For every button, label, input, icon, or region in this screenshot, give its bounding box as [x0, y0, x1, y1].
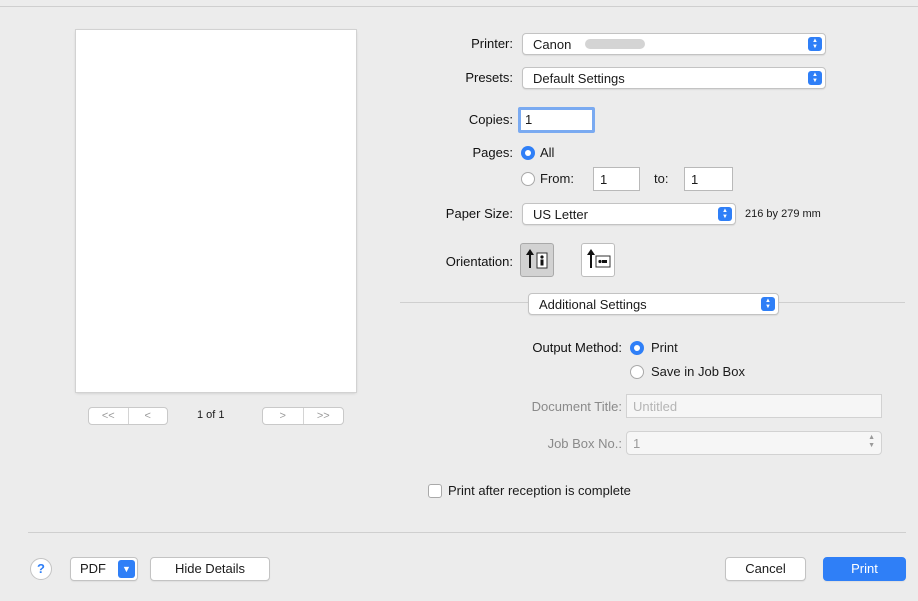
chevron-down-icon: ▼	[118, 560, 135, 578]
first-page-button[interactable]: <<	[89, 408, 128, 424]
cancel-button[interactable]: Cancel	[725, 557, 806, 581]
output-print-label: Print	[651, 340, 678, 355]
next-page-button[interactable]: >	[263, 408, 303, 424]
orientation-label: Orientation:	[445, 254, 513, 269]
document-title-field[interactable]: Untitled	[626, 394, 882, 418]
pages-from-label: From:	[540, 171, 574, 186]
hide-details-button[interactable]: Hide Details	[150, 557, 270, 581]
copies-label: Copies:	[468, 112, 513, 127]
last-page-button[interactable]: >>	[302, 408, 344, 424]
printer-value: Canon	[533, 37, 572, 52]
output-method-label: Output Method:	[532, 340, 622, 355]
popup-stepper-icon: ▲ ▼	[808, 71, 822, 85]
help-button[interactable]: ?	[30, 558, 52, 580]
document-title-placeholder: Untitled	[633, 399, 678, 414]
pages-from-radio[interactable]	[521, 172, 535, 186]
popup-stepper-icon: ▲ ▼	[761, 297, 775, 311]
pdf-label: PDF	[80, 561, 106, 576]
pages-to-label: to:	[654, 171, 669, 186]
print-after-checkbox[interactable]	[428, 484, 442, 498]
popup-stepper-icon: ▲ ▼	[718, 207, 732, 221]
pdf-menu-button[interactable]: PDF ▼	[70, 557, 138, 581]
pages-from-value: 1	[600, 172, 608, 187]
pages-label: Pages:	[472, 145, 513, 160]
window-top-border	[0, 6, 918, 7]
previous-page-button[interactable]: <	[127, 408, 168, 424]
pages-all-radio[interactable]	[521, 146, 535, 160]
presets-label: Presets:	[465, 70, 513, 85]
preview-nav-forward-group[interactable]: > >>	[262, 407, 344, 425]
pages-all-label: All	[540, 145, 555, 160]
printer-popup[interactable]: Canon ▲ ▼	[522, 33, 826, 55]
presets-value: Default Settings	[533, 71, 625, 86]
settings-section-value: Additional Settings	[539, 297, 647, 312]
print-button[interactable]: Print	[823, 557, 906, 581]
job-box-popup[interactable]: 1 ▲ ▼	[626, 431, 882, 455]
footer-divider	[28, 532, 906, 533]
copies-field[interactable]: 1	[518, 107, 595, 133]
portrait-orientation-icon	[526, 249, 548, 269]
page-indicator: 1 of 1	[197, 409, 225, 421]
printer-model-redacted	[585, 39, 645, 49]
pages-to-field[interactable]: 1	[684, 167, 733, 191]
page-preview	[76, 30, 356, 392]
document-title-label: Document Title:	[531, 399, 622, 414]
landscape-orientation-icon	[587, 249, 611, 268]
paper-size-label: Paper Size:	[445, 206, 513, 221]
chevron-updown-icon: ▲ ▼	[868, 434, 875, 449]
print-after-label: Print after reception is complete	[448, 483, 631, 498]
job-box-value: 1	[633, 436, 641, 451]
pages-from-field[interactable]: 1	[593, 167, 640, 191]
portrait-orientation-button[interactable]	[520, 243, 554, 277]
preview-nav-back-group[interactable]: << <	[88, 407, 168, 425]
output-print-radio[interactable]	[630, 341, 644, 355]
presets-popup[interactable]: Default Settings ▲ ▼	[522, 67, 826, 89]
paper-dimensions: 216 by 279 mm	[745, 208, 821, 220]
settings-section-popup[interactable]: Additional Settings ▲ ▼	[528, 293, 779, 315]
paper-size-popup[interactable]: US Letter ▲ ▼	[522, 203, 736, 225]
output-job-box-label: Save in Job Box	[651, 364, 745, 379]
job-box-label: Job Box No.:	[547, 436, 622, 451]
landscape-orientation-button[interactable]	[581, 243, 615, 277]
copies-value: 1	[525, 112, 533, 127]
pages-to-value: 1	[691, 172, 699, 187]
paper-size-value: US Letter	[533, 207, 588, 222]
printer-label: Printer:	[471, 36, 513, 51]
popup-stepper-icon: ▲ ▼	[808, 37, 822, 51]
output-job-box-radio[interactable]	[630, 365, 644, 379]
